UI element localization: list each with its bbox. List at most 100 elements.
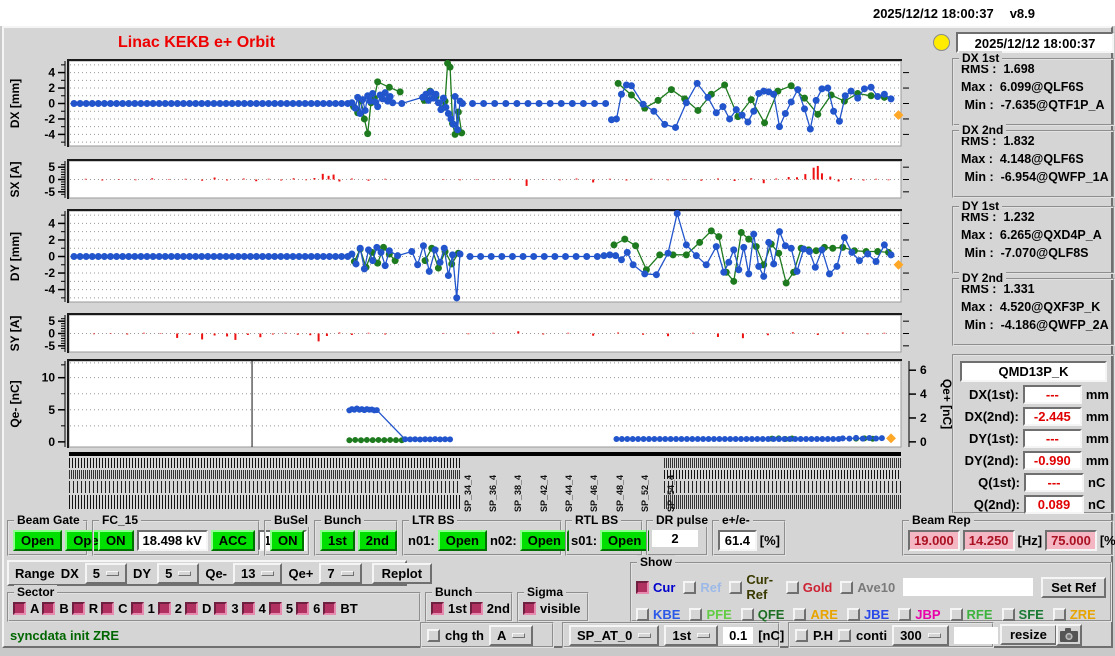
bt-checkbox[interactable] [323, 602, 337, 615]
rfe-checkbox[interactable] [949, 608, 963, 621]
checkbox-item-PFE: PFE [689, 607, 732, 622]
are-label: ARE [810, 607, 838, 622]
visible-checkbox[interactable] [523, 602, 536, 615]
zre-checkbox[interactable] [1052, 608, 1066, 621]
sp-select-group: SP_AT_0 1st [nC] [562, 622, 784, 648]
r-checkbox[interactable] [71, 602, 85, 615]
3-checkbox[interactable] [214, 602, 228, 615]
ref-checkbox[interactable] [683, 580, 697, 594]
checkbox-item-B: B [42, 601, 69, 616]
checkbox-item-SFE: SFE [1001, 607, 1044, 622]
svg-text:Qe+ [nC]: Qe+ [nC] [940, 379, 952, 429]
svg-text:DX [mm]: DX [mm] [8, 79, 22, 128]
svg-text:6: 6 [920, 363, 927, 377]
1st-checkbox[interactable] [431, 602, 444, 615]
dropdown-dash-icon [340, 570, 354, 576]
min-row: Min : -4.186@QWFP_2A [961, 318, 1109, 332]
5-checkbox[interactable] [268, 602, 282, 615]
npoints-dropdown[interactable]: 300 [892, 624, 949, 646]
ltr-n02-open-button[interactable]: Open [519, 530, 569, 551]
range-dx-dropdown[interactable]: 5 [84, 562, 128, 584]
range-qep-dropdown[interactable]: 7 [319, 562, 362, 584]
qfe-checkbox[interactable] [740, 608, 754, 621]
svg-text:10: 10 [42, 371, 56, 385]
2nd-checkbox[interactable] [469, 602, 483, 615]
extra-input[interactable] [953, 626, 998, 644]
camera-icon [1060, 628, 1078, 642]
cur-ref-checkbox[interactable] [729, 580, 743, 594]
stats-panel-dx-2nd: DX 2nd RMS : 1.832 Max : 4.148@QLF6S Min :… [952, 123, 1115, 198]
threshold-unit-label: [nC] [758, 627, 785, 643]
fc15-acc-button[interactable]: ACC [210, 530, 255, 551]
set-ref-button[interactable]: Set Ref [1041, 576, 1106, 598]
monitor-value: -2.445 [1022, 407, 1082, 426]
bpm-label-SP_54_4: SP_54_4 [665, 474, 676, 512]
bunch-2nd-button[interactable]: 2nd [357, 530, 397, 551]
jbe-checkbox[interactable] [846, 608, 860, 621]
checkbox-item-2: 2 [157, 601, 182, 616]
1-checkbox[interactable] [130, 602, 144, 615]
chg-th-checkbox[interactable] [427, 628, 440, 642]
svg-text:4: 4 [48, 216, 55, 230]
b-checkbox[interactable] [42, 602, 56, 615]
sector-group: Sector A B R C 1 2 D 3 4 5 6 BT [7, 585, 421, 622]
cur-checkbox[interactable] [636, 580, 649, 594]
busel-on-button[interactable]: ON [270, 530, 304, 551]
4-checkbox[interactable] [241, 602, 255, 615]
6-checkbox[interactable] [296, 602, 310, 615]
ph-checkbox[interactable] [795, 628, 808, 642]
ref-file-input[interactable] [903, 578, 1034, 596]
checkbox-item-QFE: QFE [740, 607, 784, 622]
pfe-checkbox[interactable] [689, 608, 703, 621]
3-label: 3 [231, 601, 239, 616]
range-qem-dropdown[interactable]: 13 [233, 562, 283, 584]
fc15-on-button[interactable]: ON [98, 530, 134, 551]
dr-pulse-input[interactable] [652, 530, 698, 547]
bunch-dropdown[interactable]: 1st [664, 624, 719, 646]
min-row: Min : -7.070@QLF8S [961, 246, 1089, 260]
threshold-input[interactable] [723, 626, 754, 644]
show-group: Show Cur Ref Cur-Ref Gold Ave10 Set Ref KBE P… [630, 555, 1112, 622]
c-checkbox[interactable] [101, 602, 115, 615]
a-checkbox[interactable] [13, 602, 26, 615]
dropdown-dash-icon [261, 570, 275, 576]
checkbox-item-5: 5 [268, 601, 293, 616]
2-checkbox[interactable] [157, 602, 171, 615]
ave10-checkbox[interactable] [840, 580, 854, 594]
kbe-checkbox[interactable] [636, 608, 649, 621]
chg-th-dropdown[interactable]: A [489, 624, 534, 646]
checkbox-item-KBE: KBE [636, 607, 680, 622]
dr-pulse-group: DR pulse [646, 513, 712, 556]
checkbox-item-visible: visible [523, 601, 580, 616]
titlebar-version: v8.9 [1009, 5, 1035, 21]
conti-checkbox[interactable] [838, 628, 851, 642]
jbp-label: JBP [915, 607, 941, 622]
gold-checkbox[interactable] [785, 580, 799, 594]
status-lamp-icon [933, 34, 950, 51]
svg-text:-2: -2 [44, 266, 55, 280]
conti-label: conti [856, 627, 888, 643]
1-label: 1 [147, 601, 155, 616]
app-window: Linac KEKB e+ Orbit 2025/12/12 18:00:37 … [2, 26, 1115, 648]
jbe-label: JBE [863, 607, 890, 622]
sp-at-dropdown[interactable]: SP_AT_0 [569, 624, 660, 646]
ltr-n01-open-button[interactable]: Open [437, 530, 487, 551]
ph-label: P.H [813, 627, 833, 643]
r-label: R [88, 601, 99, 616]
d-checkbox[interactable] [185, 602, 199, 615]
beam-gate-open-button-1[interactable]: Open [13, 530, 63, 551]
monitor-row: Q(1st): --- nC [978, 473, 1106, 492]
rtl-s01-open-button[interactable]: Open [600, 530, 650, 551]
sx-plot: 50-5SX [A] [8, 159, 909, 199]
resize-button[interactable]: resize [1000, 624, 1057, 645]
jbp-checkbox[interactable] [898, 608, 912, 621]
sfe-checkbox[interactable] [1001, 608, 1015, 621]
replot-button[interactable]: Replot [371, 562, 433, 584]
ratio-unit-label: [%] [759, 533, 780, 548]
are-checkbox[interactable] [793, 608, 807, 621]
camera-button[interactable] [1056, 624, 1082, 646]
range-panel: Range DX 5 DY 5 Qe- 13 Qe+ 7 Replot [7, 560, 433, 586]
stats-panel-dy-2nd: DY 2nd RMS : 1.331 Max : 4.520@QXF3P_K Min… [952, 271, 1115, 346]
range-dy-dropdown[interactable]: 5 [157, 562, 200, 584]
bunch-1st-button[interactable]: 1st [320, 530, 355, 551]
